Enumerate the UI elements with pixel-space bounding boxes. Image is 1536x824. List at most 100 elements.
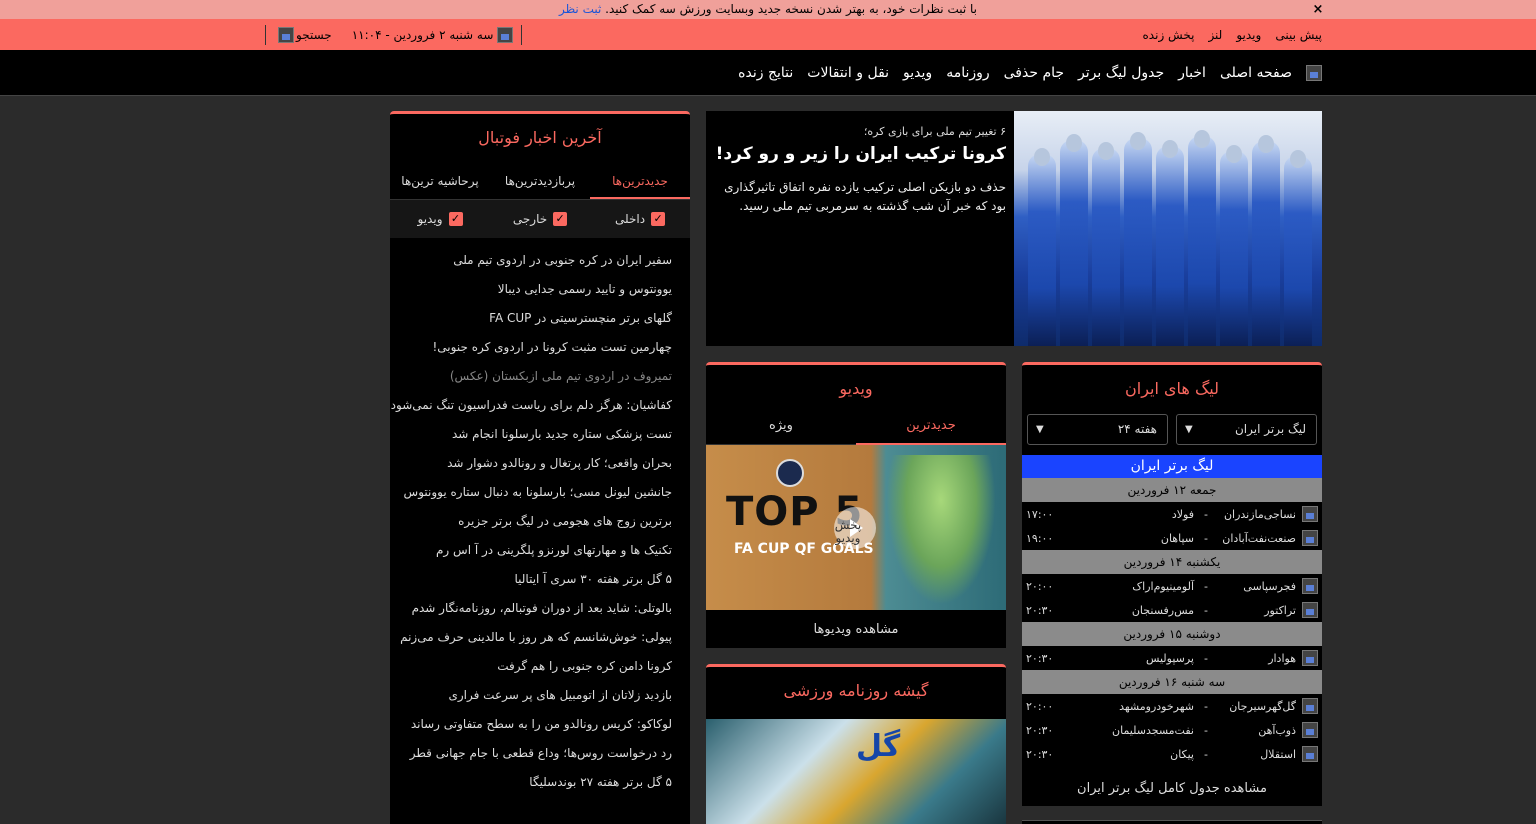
tab-video-special[interactable]: ویژه xyxy=(706,411,856,445)
nav-league-table[interactable]: جدول لیگ برتر xyxy=(1078,65,1164,81)
hero-image[interactable] xyxy=(1014,111,1322,346)
away-team: پرسپولیس xyxy=(1145,651,1194,665)
match-time: ۱۹:۰۰ xyxy=(1026,531,1054,545)
latest-news-panel: آخرین اخبار فوتبال جدیدترین‌ها پربازدیدت… xyxy=(390,111,690,824)
league-name-header: لیگ برتر ایران xyxy=(1022,455,1322,478)
news-tabs: جدیدترین‌ها پربازدیدترین‌ها پرحاشیه ترین… xyxy=(390,166,690,200)
match-time: ۲۰:۳۰ xyxy=(1026,603,1054,617)
list-item[interactable]: تکنیک ها و مهارتهای لورنزو پلگرینی در آ … xyxy=(390,536,672,565)
list-item[interactable]: یوونتوس و تایید رسمی جدایی دیبالا xyxy=(390,275,672,304)
match-row[interactable]: نساجی‌مازندران - فولاد ۱۷:۰۰ xyxy=(1022,502,1322,526)
list-item[interactable]: تست پزشکی ستاره جدید بارسلونا انجام شد xyxy=(390,420,672,449)
nav-video[interactable]: ویدیو xyxy=(903,65,932,81)
list-item[interactable]: پیولی: خوش‌شانسم که هر روز با مالدینی حر… xyxy=(390,623,672,652)
list-item[interactable]: کفاشیان: هرگز دلم برای ریاست فدراسیون تن… xyxy=(390,391,672,420)
score-separator: - xyxy=(1204,603,1208,617)
top-link-prediction[interactable]: پیش بینی xyxy=(1275,28,1322,42)
top-link-live[interactable]: پخش زنده xyxy=(1143,28,1195,42)
filter-video[interactable]: ✓ ویدیو xyxy=(390,212,490,226)
chevron-down-icon: ▼ xyxy=(1036,424,1044,435)
list-item[interactable]: جانشین لیونل مسی؛ بارسلونا به دنبال ستار… xyxy=(390,478,672,507)
hero-text: ۶ تغییر تیم ملی برای بازی کره؛ کرونا ترک… xyxy=(706,111,1014,346)
team-logo-icon xyxy=(1302,650,1318,666)
newspaper-logo: گل xyxy=(856,729,901,764)
site-logo-icon[interactable] xyxy=(1306,65,1322,81)
list-item[interactable]: رد درخواست روس‌ها؛ وداع قطعی با جام جهان… xyxy=(390,739,672,768)
nav-transfers[interactable]: نقل و انتقالات xyxy=(807,65,889,81)
match-time: ۲۰:۰۰ xyxy=(1026,579,1054,593)
league-selectors: لیگ برتر ایران ▼ هفته ۲۴ ▼ xyxy=(1022,414,1322,445)
list-item[interactable]: بحران واقعی؛ کار پرتغال و رونالدو دشوار … xyxy=(390,449,672,478)
filter-domestic[interactable]: ✓ داخلی xyxy=(590,212,690,226)
main-navigation: صفحه اصلی اخبار جدول لیگ برتر جام حذفی ر… xyxy=(0,50,1536,96)
week-select[interactable]: هفته ۲۴ ▼ xyxy=(1027,414,1168,445)
match-day-header: دوشنبه ۱۵ فروردین xyxy=(1022,622,1322,646)
filter-label: ویدیو xyxy=(417,212,443,226)
list-item[interactable]: چهارمین تست مثبت کرونا در اردوی کره جنوب… xyxy=(390,333,672,362)
hero-title[interactable]: کرونا ترکیب ایران را زیر و رو کرد! xyxy=(714,144,1006,164)
list-item[interactable]: تمیروف در اردوی تیم ملی ازبکستان (عکس) xyxy=(390,362,672,391)
checkbox-checked-icon[interactable]: ✓ xyxy=(553,212,568,226)
nav-home[interactable]: صفحه اصلی xyxy=(1220,65,1292,81)
team-logo-icon xyxy=(1302,506,1318,522)
iran-leagues-panel: لیگ های ایران لیگ برتر ایران ▼ هفته ۲۴ ▼… xyxy=(1022,362,1322,806)
list-item[interactable]: بازدید زلاتان از اتومبیل های پر سرعت فرا… xyxy=(390,681,672,710)
video-thumbnail[interactable]: TOP 5 FA CUP QF GOALS پخش ویدیو xyxy=(706,445,1006,610)
match-row[interactable]: گل‌گهرسیرجان - شهرخودرومشهد ۲۰:۰۰ xyxy=(1022,694,1322,718)
match-row[interactable]: تراکتور - مس‌رفسنجان ۲۰:۳۰ xyxy=(1022,598,1322,622)
list-item[interactable]: ۵ گل برتر هفته ۳۰ سری آ ایتالیا xyxy=(390,565,672,594)
match-row[interactable]: فجرسپاسی - آلومینیوم‌اراک ۲۰:۰۰ xyxy=(1022,574,1322,598)
tab-newest[interactable]: جدیدترین‌ها xyxy=(590,166,690,199)
filter-foreign[interactable]: ✓ خارجی xyxy=(490,212,590,226)
search-button[interactable]: جستجو xyxy=(265,24,332,45)
date-text: سه شنبه ۲ فروردین - ۱۱:۰۴ xyxy=(351,27,494,42)
hero-description: حذف دو بازیکن اصلی ترکیب یازده نفره اتفا… xyxy=(724,180,1006,213)
away-team: نفت‌مسجدسلیمان xyxy=(1112,723,1194,737)
nav-newspaper[interactable]: روزنامه xyxy=(946,65,989,81)
tab-most-viewed[interactable]: پربازدیدترین‌ها xyxy=(490,166,590,199)
full-league-table-link[interactable]: مشاهده جدول کامل لیگ برتر ایران xyxy=(1022,770,1322,806)
list-item[interactable]: گلهای برتر منچسترسیتی در FA CUP xyxy=(390,304,672,333)
play-label: پخش ویدیو xyxy=(834,518,862,545)
checkbox-checked-icon[interactable]: ✓ xyxy=(651,212,666,226)
hero-article[interactable]: ۶ تغییر تیم ملی برای بازی کره؛ کرونا ترک… xyxy=(706,111,1322,346)
match-day-header: یکشنبه ۱۴ فروردین xyxy=(1022,550,1322,574)
top-link-lens[interactable]: لنز xyxy=(1208,28,1222,42)
league-select[interactable]: لیگ برتر ایران ▼ xyxy=(1176,414,1317,445)
match-time: ۲۰:۳۰ xyxy=(1026,747,1054,761)
panel-divider xyxy=(1022,820,1322,824)
checkbox-checked-icon[interactable]: ✓ xyxy=(448,212,463,226)
away-team: پیکان xyxy=(1170,747,1194,761)
newspaper-cover-image[interactable]: گل xyxy=(706,719,1006,824)
away-team: آلومینیوم‌اراک xyxy=(1132,579,1194,593)
view-videos-link[interactable]: مشاهده ویدیوها xyxy=(706,610,1006,648)
list-item[interactable]: برترین زوج های هجومی در لیگ برتر جزیره xyxy=(390,507,672,536)
tab-most-controversial[interactable]: پرحاشیه ترین‌ها xyxy=(390,166,490,199)
away-team: سپاهان xyxy=(1160,531,1194,545)
match-row[interactable]: هوادار - پرسپولیس ۲۰:۳۰ xyxy=(1022,646,1322,670)
match-row[interactable]: صنعت‌نفت‌آبادان - سپاهان ۱۹:۰۰ xyxy=(1022,526,1322,550)
away-team: مس‌رفسنجان xyxy=(1131,603,1194,617)
nav-cup[interactable]: جام حذفی xyxy=(1004,65,1064,81)
match-time: ۲۰:۳۰ xyxy=(1026,651,1054,665)
match-row[interactable]: ذوب‌آهن - نفت‌مسجدسلیمان ۲۰:۳۰ xyxy=(1022,718,1322,742)
match-row[interactable]: استقلال - پیکان ۲۰:۳۰ xyxy=(1022,742,1322,766)
nav-live-results[interactable]: نتایج زنده xyxy=(738,65,793,81)
list-item[interactable]: بالوتلی: شاید بعد از دوران فوتبالم، روزن… xyxy=(390,594,672,623)
close-icon[interactable]: × xyxy=(1310,0,1326,19)
top-link-video[interactable]: ویدیو xyxy=(1236,28,1261,42)
score-separator: - xyxy=(1204,507,1208,521)
video-panel-title: ویدیو xyxy=(839,379,873,398)
search-icon xyxy=(278,26,294,43)
tab-video-newest[interactable]: جدیدترین xyxy=(856,411,1006,445)
list-item[interactable]: کرونا دامن کره جنوبی را هم گرفت xyxy=(390,652,672,681)
list-item[interactable]: سفیر ایران در کره جنوبی در اردوی تیم ملی xyxy=(390,246,672,275)
list-item[interactable]: لوکاکو: کریس رونالدو من را به سطح متفاوت… xyxy=(390,710,672,739)
filter-label: خارجی xyxy=(512,212,548,226)
video-tabs: جدیدترین ویژه xyxy=(706,411,1006,445)
news-panel-title: آخرین اخبار فوتبال xyxy=(478,128,602,147)
nav-news[interactable]: اخبار xyxy=(1178,65,1206,81)
score-separator: - xyxy=(1204,531,1208,545)
feedback-link[interactable]: ثبت نظر xyxy=(559,2,601,16)
list-item[interactable]: ۵ گل برتر هفته ۲۷ بوندسلیگا xyxy=(390,768,672,797)
